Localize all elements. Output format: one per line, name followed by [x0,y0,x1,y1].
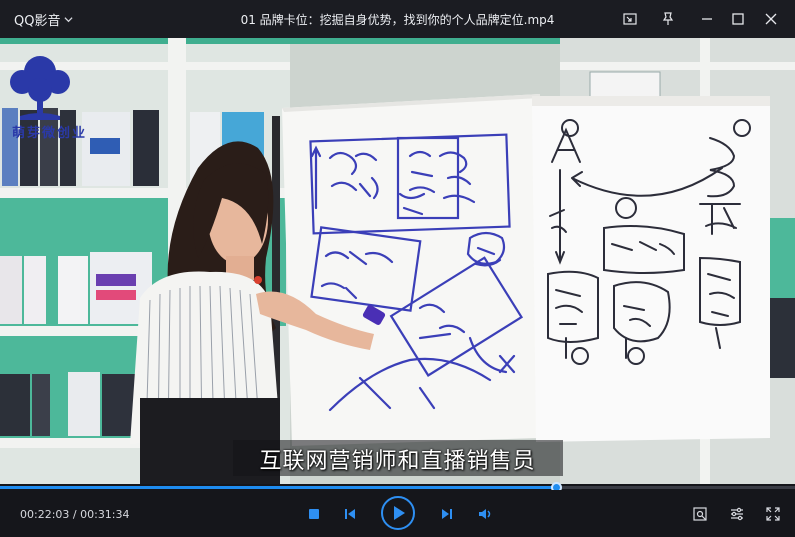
pin-button[interactable] [658,9,678,29]
fullscreen-button[interactable] [763,504,783,524]
stop-button[interactable] [304,504,324,524]
previous-button[interactable] [340,504,360,524]
screenshot-icon [693,507,707,521]
volume-button[interactable] [476,504,496,524]
progress-fill [0,486,556,489]
minimize-button[interactable] [697,9,717,29]
video-scene [0,38,795,484]
app-name: QQ影音 [14,14,61,29]
close-button[interactable] [761,9,781,29]
title-bar: QQ影音 01 品牌卡位：挖掘自身优势，找到你的个人品牌定位.mp4 [0,0,795,38]
control-bar: 00:22:03 / 00:31:34 [0,490,795,537]
current-time: 00:22:03 [20,508,70,521]
subtitle-text: 互联网营销师和直播销售员 [259,449,536,474]
screenshot-button[interactable] [690,504,710,524]
stop-icon [309,509,319,519]
next-icon [442,509,452,519]
pip-button[interactable] [620,9,640,29]
maximize-button[interactable] [728,9,748,29]
time-separator: / [69,508,81,521]
play-icon [381,496,415,530]
settings-button[interactable] [727,504,747,524]
picture-in-picture-icon [623,13,637,25]
app-menu-button[interactable]: QQ影音 [14,10,74,29]
settings-icon [731,507,743,521]
watermark-logo-text: 萌芽微创业 [12,126,88,141]
previous-icon [345,509,355,519]
minimize-icon [702,18,712,20]
maximize-icon [732,13,744,25]
pin-icon [662,12,674,25]
next-button[interactable] [437,504,457,524]
fullscreen-icon [766,507,780,521]
total-time: 00:31:34 [80,508,130,521]
close-icon [765,13,777,25]
chevron-down-icon [64,17,74,23]
volume-icon [479,509,491,519]
play-button[interactable] [380,495,416,531]
video-frame[interactable]: 萌芽微创业 互联网营销师和直播销售员 [0,38,795,484]
time-display: 00:22:03 / 00:31:34 [20,508,130,521]
